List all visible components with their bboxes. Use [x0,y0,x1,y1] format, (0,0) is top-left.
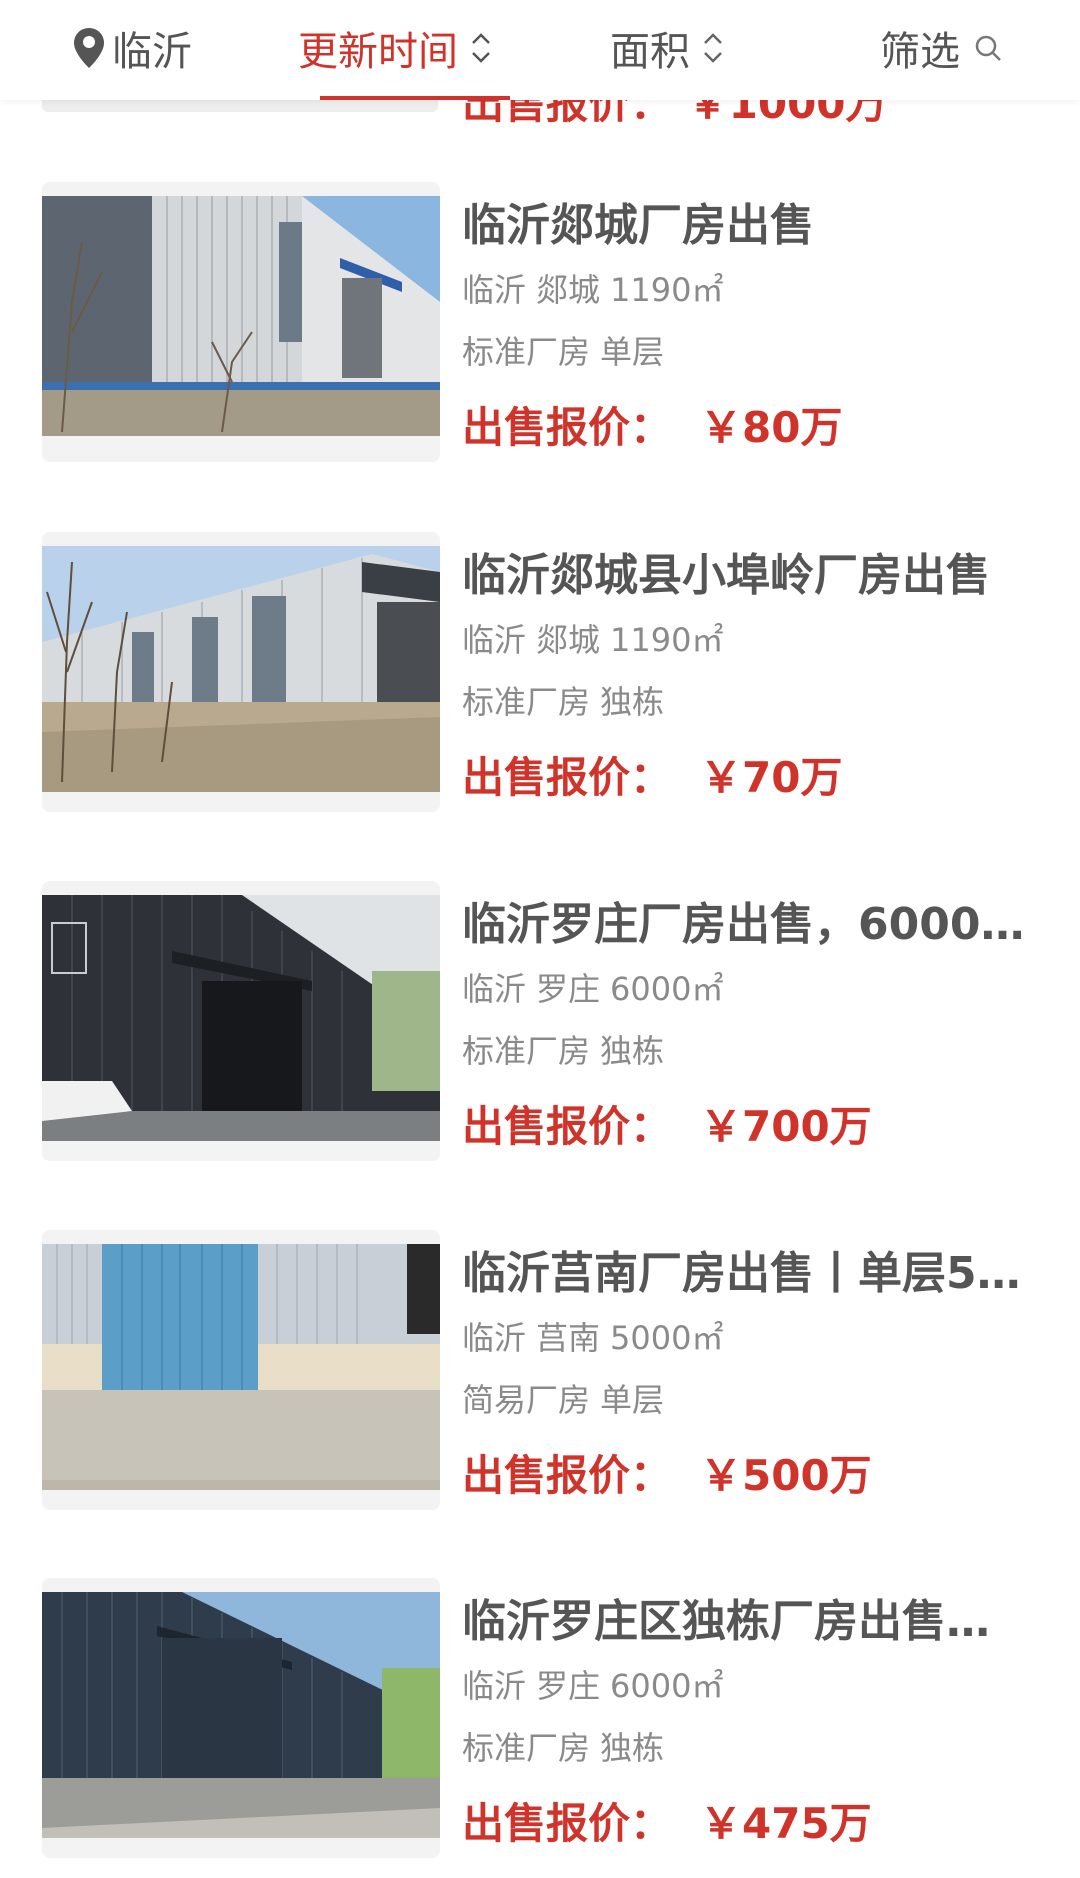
listing-location: 临沂 莒南 5000㎡ [462,1318,1047,1358]
listing-location: 临沂 郯城 1190㎡ [462,270,1047,310]
listing-city: 临沂 [462,271,527,309]
listing-floors: 单层 [600,333,665,371]
listing-area: 6000㎡ [610,970,724,1008]
listing-card[interactable]: 临沂郯城县小埠岭厂房出售 临沂 郯城 1190㎡ 标准厂房 独栋 出售报价： ￥70万 [0,532,1080,832]
sort-by-update-time[interactable]: 更新时间 [298,0,494,96]
listing-floors: 独栋 [600,1729,665,1767]
listing-district: 罗庄 [536,970,601,1008]
listing-area: 6000㎡ [610,1667,724,1705]
listing-type: 标准厂房 独栋 [462,1031,1047,1071]
listing-thumbnail [42,532,440,812]
sort-by-area[interactable]: 面积 [610,0,726,96]
listing-building-type: 标准厂房 [462,1729,591,1767]
previous-listing-thumbnail-edge [42,100,438,112]
listing-price: 出售报价： ￥80万 [462,400,1047,456]
location-pin-icon [74,28,104,68]
listing-price: 出售报价： ￥500万 [462,1448,1047,1504]
listing-title: 临沂莒南厂房出售丨单层5… [462,1248,1021,1299]
price-label: 出售报价： [462,753,673,802]
listing-city: 临沂 [462,1667,527,1705]
listing-title: 临沂罗庄区独栋厂房出售… [462,1596,990,1647]
listing-title: 临沂罗庄厂房出售，6000… [462,899,1025,950]
listing-thumbnail [42,1578,440,1858]
listing-type: 标准厂房 独栋 [462,682,1047,722]
filter-label: 筛选 [880,29,960,75]
listing-location: 临沂 罗庄 6000㎡ [462,969,1047,1009]
listing-card[interactable]: 临沂罗庄厂房出售，6000… 临沂 罗庄 6000㎡ 标准厂房 独栋 出售报价： ￥70… [0,881,1080,1181]
listing-district: 莒南 [536,1319,601,1357]
active-tab-indicator [320,96,510,100]
listing-area: 5000㎡ [610,1319,724,1357]
listing-city: 临沂 [462,1319,527,1357]
filter-bar: 临沂 更新时间 面积 筛选 [0,0,1080,100]
listing-info: 临沂罗庄区独栋厂房出售… 临沂 罗庄 6000㎡ 标准厂房 独栋 出售报价： ￥475万 [462,1592,1047,1852]
listing-price: 出售报价： ￥700万 [462,1099,1047,1155]
search-icon [975,35,1001,61]
listing-card[interactable]: 临沂罗庄区独栋厂房出售… 临沂 罗庄 6000㎡ 标准厂房 独栋 出售报价： ￥475万 [0,1578,1080,1878]
city-selector[interactable]: 临沂 [72,0,192,96]
listing-title: 临沂郯城厂房出售 [462,200,814,251]
listing-floors: 独栋 [600,1032,665,1070]
listing-type: 简易厂房 单层 [462,1380,1047,1420]
listing-type: 标准厂房 独栋 [462,1728,1047,1768]
price-label: 出售报价： [462,403,673,452]
listing-title: 临沂郯城县小埠岭厂房出售 [462,550,990,601]
listing-location: 临沂 罗庄 6000㎡ [462,1666,1047,1706]
listing-building-type: 标准厂房 [462,683,591,721]
listing-thumbnail [42,1230,440,1510]
sort-time-label: 更新时间 [298,29,458,75]
price-label: 出售报价： [462,1451,673,1500]
sort-chevrons-icon [704,33,722,63]
price-value: ￥70万 [700,753,843,802]
price-value: ￥700万 [700,1102,872,1151]
city-label: 临沂 [112,29,192,75]
listing-price: 出售报价： ￥70万 [462,750,1047,806]
listing-info: 临沂郯城厂房出售 临沂 郯城 1190㎡ 标准厂房 单层 出售报价： ￥80万 [462,196,1047,456]
listing-card[interactable]: 临沂郯城厂房出售 临沂 郯城 1190㎡ 标准厂房 单层 出售报价： ￥80万 [0,182,1080,482]
listing-info: 临沂罗庄厂房出售，6000… 临沂 罗庄 6000㎡ 标准厂房 独栋 出售报价： ￥70… [462,895,1047,1155]
listing-info: 临沂莒南厂房出售丨单层5… 临沂 莒南 5000㎡ 简易厂房 单层 出售报价： ￥500… [462,1244,1047,1504]
filter-button[interactable]: 筛选 [880,0,1004,96]
listing-district: 罗庄 [536,1667,601,1705]
listing-type: 标准厂房 单层 [462,332,1047,372]
sort-area-label: 面积 [610,29,690,75]
listing-info: 临沂郯城县小埠岭厂房出售 临沂 郯城 1190㎡ 标准厂房 独栋 出售报价： ￥70万 [462,546,1047,806]
listing-floors: 独栋 [600,683,665,721]
listing-area: 1190㎡ [610,271,724,309]
listing-building-type: 标准厂房 [462,1032,591,1070]
listing-location: 临沂 郯城 1190㎡ [462,620,1047,660]
listing-district: 郯城 [536,621,601,659]
listing-floors: 单层 [600,1381,665,1419]
price-label: 出售报价： [462,1799,673,1848]
listing-card[interactable]: 临沂莒南厂房出售丨单层5… 临沂 莒南 5000㎡ 简易厂房 单层 出售报价： ￥500… [0,1230,1080,1530]
listing-city: 临沂 [462,970,527,1008]
listing-district: 郯城 [536,271,601,309]
price-value: ￥80万 [700,403,843,452]
listing-city: 临沂 [462,621,527,659]
listing-area: 1190㎡ [610,621,724,659]
sort-chevrons-icon [472,33,490,63]
price-label: 出售报价： [462,1102,673,1151]
listing-price: 出售报价： ￥475万 [462,1796,1047,1852]
price-value: ￥500万 [700,1451,872,1500]
listing-building-type: 标准厂房 [462,333,591,371]
listing-building-type: 简易厂房 [462,1381,591,1419]
listing-thumbnail [42,881,440,1161]
price-value: ￥475万 [700,1799,872,1848]
listing-thumbnail [42,182,440,462]
